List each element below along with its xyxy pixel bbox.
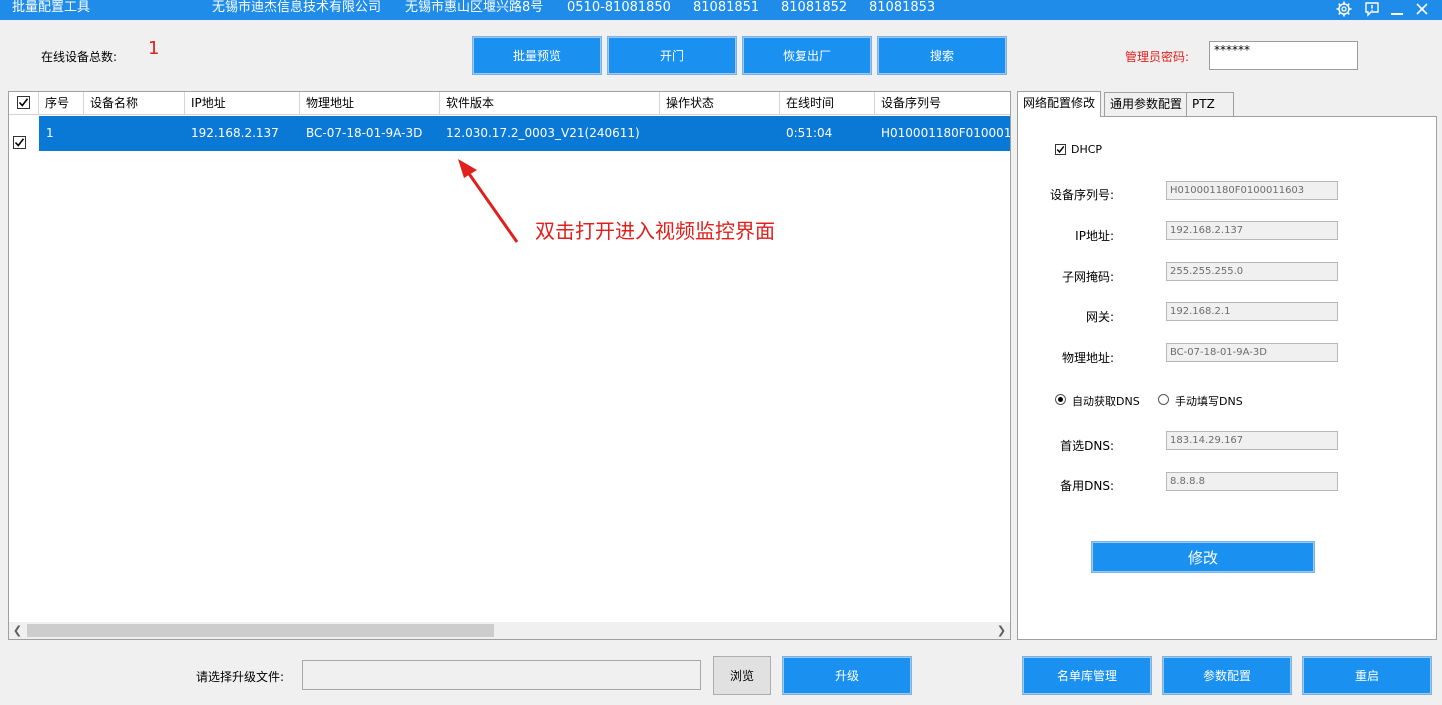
radio-dot-icon bbox=[1058, 397, 1063, 402]
dns-manual-label: 手动填写DNS bbox=[1175, 395, 1243, 408]
device-list-header: 序号 设备名称 IP地址 物理地址 软件版本 操作状态 在线时间 设备序列号 bbox=[9, 92, 1010, 115]
upgrade-file-label: 请选择升级文件: bbox=[196, 670, 285, 684]
batch-config-window: 批量配置工具 无锡市迪杰信息技术有限公司 无锡市惠山区堰兴路8号 0510-81… bbox=[0, 0, 1442, 705]
cell-online-time: 0:51:04 bbox=[786, 126, 833, 140]
phone-2: 81081851 bbox=[693, 0, 760, 15]
subnet-label: 子网掩码: bbox=[1061, 270, 1114, 284]
cell-status bbox=[659, 116, 779, 151]
checkmark-icon bbox=[14, 138, 25, 147]
scroll-left-icon[interactable]: ❮ bbox=[9, 622, 26, 639]
column-header-name[interactable]: 设备名称 bbox=[84, 92, 185, 115]
window-title: 批量配置工具 bbox=[12, 0, 91, 15]
whitelist-manage-button[interactable]: 名单库管理 bbox=[1023, 657, 1151, 694]
dns-manual-radio[interactable] bbox=[1158, 394, 1169, 405]
title-bar: 批量配置工具 无锡市迪杰信息技术有限公司 无锡市惠山区堰兴路8号 0510-81… bbox=[0, 0, 1442, 20]
admin-password-label: 管理员密码: bbox=[1125, 50, 1190, 64]
open-door-button[interactable]: 开门 bbox=[608, 37, 736, 74]
online-count-value: 1 bbox=[148, 38, 160, 59]
mac-label: 物理地址: bbox=[1061, 351, 1114, 365]
network-config-panel: DHCP 设备序列号: H010001180F0100011603 IP地址: … bbox=[1017, 116, 1437, 640]
gateway-label: 网关: bbox=[1085, 310, 1114, 324]
close-icon[interactable] bbox=[1411, 0, 1433, 18]
phone-1: 0510-81081850 bbox=[567, 0, 671, 15]
table-row[interactable]: 1 192.168.2.137 BC-07-18-01-9A-3D 12.030… bbox=[39, 116, 1011, 151]
company-name: 无锡市迪杰信息技术有限公司 bbox=[212, 0, 382, 15]
param-config-button[interactable]: 参数配置 bbox=[1163, 657, 1291, 694]
secondary-dns-label: 备用DNS: bbox=[1060, 479, 1114, 493]
upgrade-button[interactable]: 升级 bbox=[783, 657, 911, 694]
annotation-arrow-icon bbox=[458, 159, 519, 243]
online-count-label: 在线设备总数: bbox=[41, 50, 118, 64]
checkmark-icon bbox=[18, 98, 29, 107]
batch-preview-button[interactable]: 批量预览 bbox=[473, 37, 601, 74]
dns-auto-label: 自动获取DNS bbox=[1072, 395, 1140, 408]
search-button[interactable]: 搜索 bbox=[878, 37, 1006, 74]
cell-index: 1 bbox=[46, 126, 54, 140]
dns-auto-radio[interactable] bbox=[1055, 394, 1066, 405]
checkmark-icon bbox=[1056, 146, 1065, 154]
cell-version: 12.030.17.2_0003_V21(240611) bbox=[446, 126, 640, 140]
column-header-version[interactable]: 软件版本 bbox=[440, 92, 660, 115]
column-header-status[interactable]: 操作状态 bbox=[660, 92, 780, 115]
reboot-button[interactable]: 重启 bbox=[1303, 657, 1431, 694]
dhcp-label: DHCP bbox=[1071, 143, 1103, 156]
tab-general-params[interactable]: 通用参数配置 bbox=[1104, 92, 1189, 116]
scroll-right-icon[interactable]: ❯ bbox=[993, 622, 1010, 639]
column-header-ip[interactable]: IP地址 bbox=[185, 92, 300, 115]
scrollbar-thumb[interactable] bbox=[27, 624, 494, 637]
tab-network-config[interactable]: 网络配置修改 bbox=[1017, 91, 1102, 117]
gateway-field[interactable]: 192.168.2.1 bbox=[1166, 302, 1338, 321]
minimize-icon[interactable] bbox=[1386, 0, 1408, 18]
cell-mac: BC-07-18-01-9A-3D bbox=[306, 126, 423, 140]
primary-dns-field[interactable]: 183.14.29.167 bbox=[1166, 431, 1338, 450]
company-address: 无锡市惠山区堰兴路8号 bbox=[405, 0, 544, 15]
column-header-mac[interactable]: 物理地址 bbox=[300, 92, 440, 115]
annotation-text: 双击打开进入视频监控界面 bbox=[535, 219, 775, 243]
phone-3: 81081852 bbox=[781, 0, 848, 15]
cell-name bbox=[84, 116, 185, 151]
settings-gear-icon[interactable] bbox=[1333, 0, 1355, 18]
tab-ptz[interactable]: PTZ bbox=[1186, 92, 1234, 116]
row-checkbox[interactable] bbox=[13, 136, 26, 149]
dhcp-checkbox[interactable] bbox=[1055, 144, 1066, 155]
subnet-field[interactable]: 255.255.255.0 bbox=[1166, 262, 1338, 281]
column-header-serial[interactable]: 设备序列号 bbox=[875, 92, 1010, 115]
modify-button[interactable]: 修改 bbox=[1092, 542, 1314, 572]
select-all-header[interactable] bbox=[9, 92, 39, 115]
browse-button[interactable]: 浏览 bbox=[713, 656, 771, 695]
primary-dns-label: 首选DNS: bbox=[1060, 439, 1114, 453]
phone-4: 81081853 bbox=[869, 0, 936, 15]
admin-password-input[interactable]: ****** bbox=[1209, 41, 1358, 70]
column-header-online-time[interactable]: 在线时间 bbox=[780, 92, 875, 115]
select-all-checkbox[interactable] bbox=[17, 96, 30, 109]
mac-field[interactable]: BC-07-18-01-9A-3D bbox=[1166, 343, 1338, 362]
factory-reset-button[interactable]: 恢复出厂 bbox=[743, 37, 871, 74]
ip-field[interactable]: 192.168.2.137 bbox=[1166, 221, 1338, 240]
cell-ip: 192.168.2.137 bbox=[191, 126, 279, 140]
column-header-index[interactable]: 序号 bbox=[39, 92, 84, 115]
cell-serial: H010001180F0100011603 bbox=[881, 126, 1011, 140]
serial-label: 设备序列号: bbox=[1049, 188, 1114, 202]
horizontal-scrollbar[interactable]: ❮ ❯ bbox=[9, 622, 1010, 639]
feedback-icon[interactable] bbox=[1361, 0, 1383, 18]
serial-field[interactable]: H010001180F0100011603 bbox=[1166, 181, 1338, 200]
upgrade-file-input[interactable] bbox=[302, 660, 701, 690]
ip-label: IP地址: bbox=[1075, 229, 1114, 243]
secondary-dns-field[interactable]: 8.8.8.8 bbox=[1166, 472, 1338, 491]
